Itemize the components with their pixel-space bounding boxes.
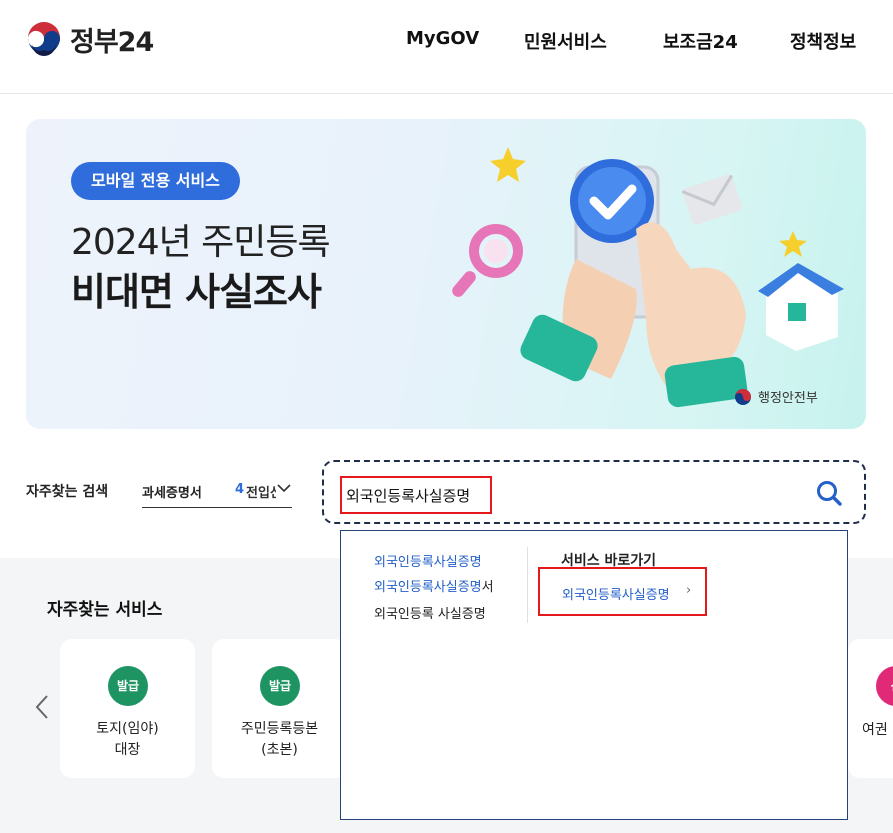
- taegeuk-small-icon: [735, 388, 751, 405]
- main-nav: MyGOV 민원서비스 보조금24 정책정보: [0, 28, 893, 54]
- banner-title-line2: 비대면 사실조사: [71, 270, 322, 314]
- nav-civil-service[interactable]: 민원서비스: [524, 28, 607, 54]
- service-card-label-line2: (초본): [261, 742, 298, 758]
- service-card-label: 주민등록등본 (초본): [212, 719, 347, 761]
- frequent-search-next-keyword[interactable]: 전입신고: [246, 482, 276, 501]
- dropdown-divider: [527, 547, 528, 623]
- search-autocomplete-dropdown: 외국인등록사실증명 외국인등록사실증명서 외국인등록 사실증명 서비스 바로가기…: [340, 530, 848, 820]
- banner-title-line1: 2024년 주민등록: [71, 222, 331, 263]
- chevron-right-icon: ›: [686, 583, 692, 598]
- issue-badge: 발급: [108, 666, 148, 706]
- search-icon[interactable]: [814, 478, 844, 508]
- frequent-search-rank: 4: [235, 482, 245, 497]
- service-card-label: 토지(임야) 대장: [60, 719, 195, 761]
- chevron-down-icon[interactable]: [276, 480, 292, 496]
- search-input[interactable]: [340, 476, 492, 514]
- suggestion-rest: 서: [481, 580, 494, 595]
- frequent-search-label: 자주찾는 검색: [26, 484, 109, 500]
- service-card-resident-register[interactable]: 발급 주민등록등본 (초본): [212, 639, 347, 778]
- service-card-label-line1: 주민등록등본: [240, 721, 319, 737]
- ministry-mark: 행정안전부: [734, 387, 818, 406]
- service-card-label: 여권 재: [862, 722, 893, 738]
- nav-mygov[interactable]: MyGOV: [406, 28, 479, 49]
- nav-subsidy24[interactable]: 보조금24: [663, 28, 738, 54]
- suggestion-rest: 외국인등록 사실증명: [374, 607, 486, 622]
- ministry-name: 행정안전부: [758, 391, 818, 406]
- chevron-left-icon[interactable]: [34, 694, 50, 720]
- suggestion-highlight: 외국인등록사실증명: [374, 580, 482, 595]
- service-shortcut-link[interactable]: 외국인등록사실증명 ›: [538, 567, 707, 616]
- service-card-label-line2: 대장: [114, 742, 141, 758]
- suggestion-highlight: 외국인등록사실증명: [374, 555, 482, 570]
- frequent-services-title: 자주찾는 서비스: [47, 600, 163, 620]
- apply-badge: 신: [876, 666, 893, 706]
- issue-badge: 발급: [260, 666, 300, 706]
- search-box: [322, 460, 866, 524]
- banner-illustration-icon: [452, 147, 844, 408]
- suggestion-item[interactable]: 외국인등록사실증명: [374, 551, 482, 570]
- site-header: 정부24 MyGOV 민원서비스 보조금24 정책정보: [0, 0, 893, 94]
- frequent-search-selector[interactable]: 과세증명서 4 전입신고: [142, 474, 292, 508]
- service-card-passport[interactable]: 신 여권 재: [848, 639, 893, 778]
- promo-banner[interactable]: 모바일 전용 서비스 2024년 주민등록 비대면 사실조사 행정안전부: [26, 119, 866, 429]
- service-shortcut-label: 외국인등록사실증명: [562, 588, 670, 603]
- frequent-search-keyword[interactable]: 과세증명서: [142, 482, 202, 501]
- nav-policy-info[interactable]: 정책정보: [790, 28, 856, 54]
- banner-badge: 모바일 전용 서비스: [71, 162, 240, 200]
- service-card-label-line1: 토지(임야): [96, 721, 159, 737]
- suggestion-item[interactable]: 외국인등록 사실증명: [374, 603, 486, 622]
- service-card-land-register[interactable]: 발급 토지(임야) 대장: [60, 639, 195, 778]
- suggestion-item[interactable]: 외국인등록사실증명서: [374, 576, 494, 595]
